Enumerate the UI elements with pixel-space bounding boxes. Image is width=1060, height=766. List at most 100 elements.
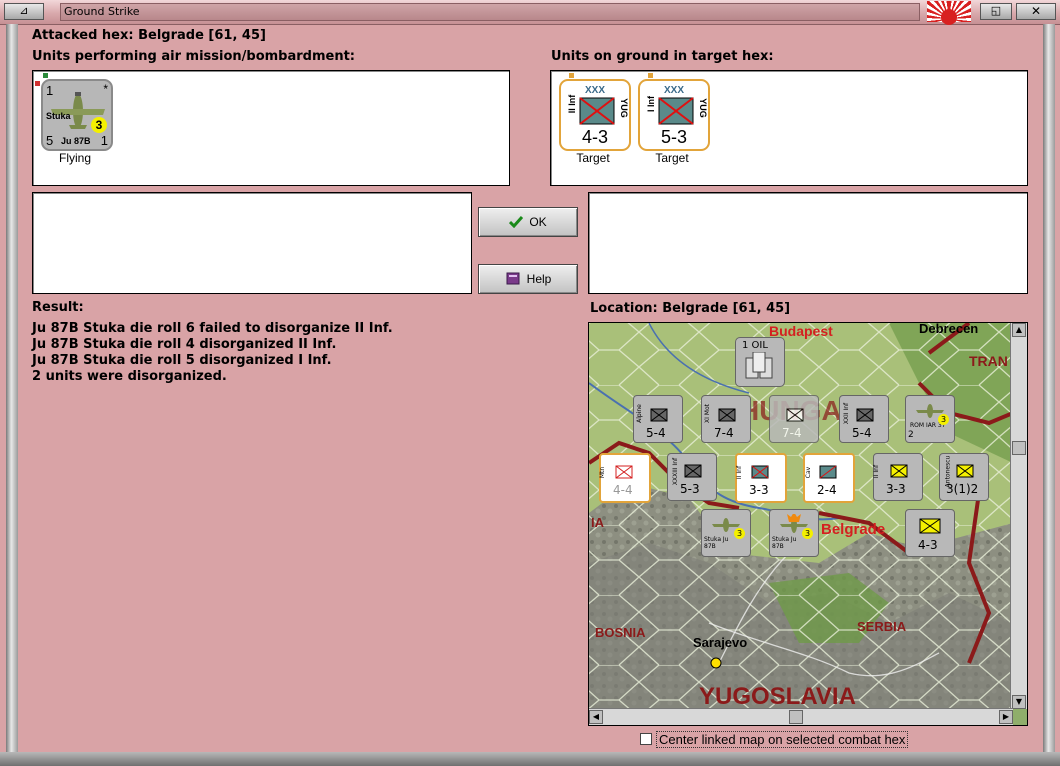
map-counter[interactable]: Stuka Ju 87B 3 xyxy=(769,509,819,557)
counter-strength: 5-4 xyxy=(646,426,666,440)
map-label-belgrade: Belgrade xyxy=(821,521,886,538)
map-label-debrecen: Debrecen xyxy=(919,322,979,336)
help-label: Help xyxy=(526,272,552,286)
map-counter[interactable]: Mtn 4-4 xyxy=(599,453,651,503)
attacked-hex-label: Attacked hex: Belgrade [61, 45] xyxy=(32,28,266,43)
center-map-label[interactable]: Center linked map on selected combat hex xyxy=(656,731,909,748)
map-label-serbia: SERBIA xyxy=(857,619,907,634)
counter-type: II Inf xyxy=(736,465,744,480)
unit-status: Flying xyxy=(58,151,91,165)
map-counter[interactable]: Antonescu 3(1)2 xyxy=(939,453,989,501)
ground-unit-2[interactable]: XXX I Inf YUG 5-3 xyxy=(638,79,710,151)
counter-type: XXII Inf xyxy=(843,402,851,425)
counter-strength: 4-4 xyxy=(613,483,633,497)
infantry-symbol-icon xyxy=(658,97,694,125)
result-line: Ju 87B Stuka die roll 5 disorganized I I… xyxy=(32,353,332,368)
restore-icon: ◱ xyxy=(990,4,1002,17)
help-button[interactable]: Help xyxy=(478,264,578,294)
scroll-left-icon[interactable]: ◀ xyxy=(589,710,603,724)
status-dot xyxy=(35,81,40,86)
title-bar: ⊿ Ground Strike ◱ ✕ xyxy=(0,0,1060,25)
unit-badge: 3 xyxy=(91,117,107,133)
map-counter[interactable]: ROM IAR 37 2 3 xyxy=(905,395,955,443)
window-frame-right xyxy=(1043,24,1055,752)
unit-size: XXX xyxy=(664,85,685,96)
counter-type: XXXIII Inf xyxy=(672,457,680,486)
attacker-detail-panel xyxy=(32,192,472,294)
ground-unit-1[interactable]: XXX II Inf YUG 4-3 xyxy=(559,79,631,151)
window-title: Ground Strike xyxy=(60,3,920,21)
scroll-down-icon[interactable]: ▼ xyxy=(1012,695,1026,709)
air-units-label: Units performing air mission/bombardment… xyxy=(32,49,356,64)
map-counter[interactable]: 4-3 xyxy=(905,509,955,557)
close-icon: ✕ xyxy=(1030,4,1042,18)
oil-barrels-icon xyxy=(745,352,773,379)
location-map[interactable]: Budapest Debrecen TRAN HUNGA Belgrade IA… xyxy=(588,322,1028,726)
counter-type: Stuka Ju 87B xyxy=(704,536,729,550)
counter-strength: 5-4 xyxy=(852,426,872,440)
map-counter[interactable]: Alpine 5-4 xyxy=(633,395,683,443)
scroll-thumb[interactable] xyxy=(1012,441,1026,455)
counter-strength: 3(1)2 xyxy=(946,482,979,496)
map-counter[interactable]: XI Mot 7-4 xyxy=(701,395,751,443)
counter-strength: 3-3 xyxy=(749,483,769,497)
counter-strength: 3 xyxy=(802,528,813,539)
center-map-checkbox[interactable] xyxy=(640,733,652,745)
scroll-right-icon[interactable]: ▶ xyxy=(999,710,1013,724)
counter-strength: 2 xyxy=(908,430,914,440)
counter-type: Mtn xyxy=(599,466,607,479)
result-label: Result: xyxy=(32,300,84,315)
checkmark-icon xyxy=(509,216,524,228)
scroll-up-icon[interactable]: ▲ xyxy=(1012,323,1026,337)
counter-type: Cav xyxy=(805,466,813,479)
minimize-button[interactable]: ⊿ xyxy=(4,3,44,20)
defender-detail-panel xyxy=(588,192,1028,294)
unit-strength: 5-3 xyxy=(660,127,687,147)
map-counter[interactable]: XXII Inf 5-4 xyxy=(839,395,889,443)
restore-button[interactable]: ◱ xyxy=(980,3,1012,20)
map-label-ia: IA xyxy=(591,515,604,530)
map-oil-resource[interactable]: 1 OIL xyxy=(735,337,785,387)
unit-size: XXX xyxy=(585,85,606,96)
window-frame-left xyxy=(6,24,18,752)
minimize-icon: ⊿ xyxy=(19,4,29,17)
oil-label: 1 OIL xyxy=(742,340,768,351)
map-label-sarajevo: Sarajevo xyxy=(693,635,748,650)
unit-status: Target xyxy=(576,151,610,165)
map-horizontal-scrollbar[interactable]: ◀ ▶ xyxy=(589,708,1013,725)
unit-bottom-left-value: 5 xyxy=(46,133,54,148)
unit-model: Ju 87B xyxy=(61,136,91,146)
unit-type: II Inf xyxy=(567,94,577,114)
counter-strength: 4-3 xyxy=(918,538,938,552)
map-vertical-scrollbar[interactable]: ▲ ▼ xyxy=(1010,323,1027,709)
result-line: Ju 87B Stuka die roll 6 failed to disorg… xyxy=(32,321,393,336)
result-list: Ju 87B Stuka die roll 6 failed to disorg… xyxy=(32,321,393,385)
status-dot xyxy=(569,73,574,78)
map-counter[interactable]: II Inf 3-3 xyxy=(735,453,787,503)
close-button[interactable]: ✕ xyxy=(1016,3,1056,20)
counter-type: Alpine xyxy=(635,404,643,423)
counter-type: Stuka Ju 87B xyxy=(772,536,797,550)
map-counter[interactable]: II Inf 3-3 xyxy=(873,453,923,501)
counter-strength: 7-4 xyxy=(782,426,802,440)
ok-button[interactable]: OK xyxy=(478,207,578,237)
result-line: Ju 87B Stuka die roll 4 disorganized II … xyxy=(32,337,337,352)
map-counter[interactable]: 7-4 xyxy=(769,395,819,443)
air-badge-icon: 3 xyxy=(938,414,949,425)
scroll-thumb[interactable] xyxy=(789,710,803,724)
counter-strength: 5-3 xyxy=(680,482,700,496)
ok-label: OK xyxy=(529,215,547,229)
status-dot xyxy=(648,73,653,78)
status-dot xyxy=(43,73,48,78)
window-frame-bottom xyxy=(0,752,1060,766)
unit-status: Target xyxy=(655,151,689,165)
map-counter[interactable]: Stuka Ju 87B 3 xyxy=(701,509,751,557)
infantry-symbol-icon xyxy=(579,97,615,125)
map-counter[interactable]: XXXIII Inf 5-3 xyxy=(667,453,717,501)
counter-type: XI Mot xyxy=(704,404,711,423)
ground-units-panel: XXX II Inf YUG 4-3 Target XXX I Inf YUG … xyxy=(550,70,1028,186)
air-unit-stuka[interactable]: 1 * Stuka 3 5 Ju 87B 1 xyxy=(41,79,113,151)
map-counter[interactable]: Cav 2-4 xyxy=(803,453,855,503)
ground-units-label: Units on ground in target hex: xyxy=(551,49,774,64)
result-line: 2 units were disorganized. xyxy=(32,369,227,384)
